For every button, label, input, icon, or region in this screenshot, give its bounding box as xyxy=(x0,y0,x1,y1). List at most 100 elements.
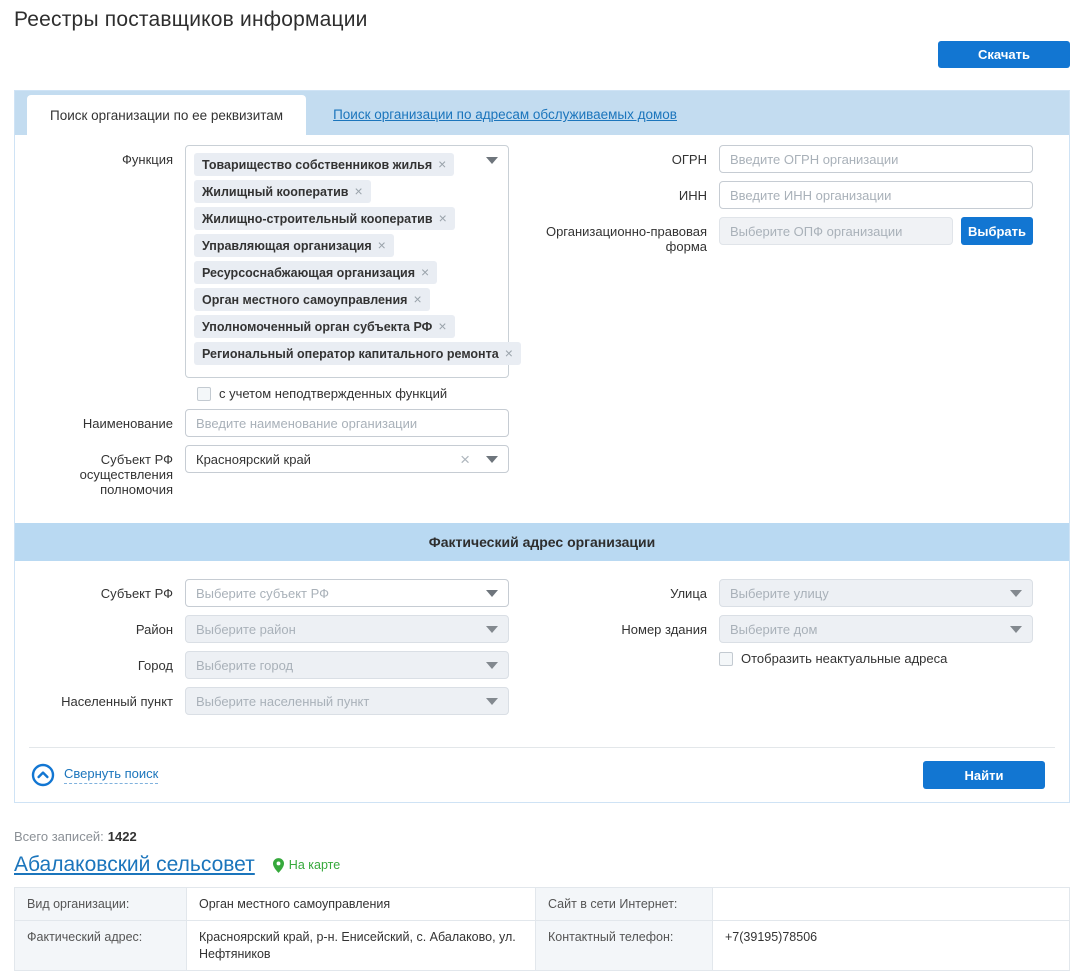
name-input[interactable] xyxy=(185,409,509,437)
field-value: Орган местного самоуправления xyxy=(186,887,536,921)
results-total: Всего записей: 1422 xyxy=(14,829,1070,844)
tab-search-by-requisites[interactable]: Поиск организации по ее реквизитам xyxy=(27,95,307,135)
ogrn-input[interactable] xyxy=(719,145,1033,173)
table-row: Вид организации: Орган местного самоупра… xyxy=(14,887,1070,921)
inn-input[interactable] xyxy=(719,181,1033,209)
opf-label: Организационно-правовая форма xyxy=(545,224,707,254)
city-label: Город xyxy=(137,658,173,673)
function-chip: Уполномоченный орган субъекта РФ × xyxy=(194,315,455,338)
on-map-link[interactable]: На карте xyxy=(272,857,340,873)
street-select: Выберите улицу xyxy=(719,579,1033,607)
search-panel: Поиск организации по ее реквизитам Поиск… xyxy=(14,90,1070,803)
ogrn-row: ОГРН xyxy=(542,145,1069,173)
region-authority-value: Красноярский край xyxy=(196,451,311,467)
clear-icon[interactable]: × xyxy=(460,451,470,468)
download-button[interactable]: Скачать xyxy=(938,41,1070,68)
chevron-down-icon xyxy=(1010,589,1022,597)
unconfirmed-functions-checkbox[interactable] xyxy=(197,386,211,401)
collapse-icon[interactable] xyxy=(31,763,55,787)
tab-bar: Поиск организации по ее реквизитам Поиск… xyxy=(15,91,1069,135)
collapse-search[interactable]: Свернуть поиск xyxy=(31,763,159,787)
toolbar: Скачать xyxy=(14,41,1070,68)
field-label: Вид организации: xyxy=(14,887,187,921)
house-row: Номер здания Выберите дом xyxy=(542,615,1069,643)
chevron-down-icon[interactable] xyxy=(486,157,498,164)
tab-search-by-addresses[interactable]: Поиск организации по адресам обслуживаем… xyxy=(333,107,677,122)
name-label: Наименование xyxy=(82,416,173,431)
remove-icon[interactable]: × xyxy=(438,318,446,334)
field-label: Сайт в сети Интернет: xyxy=(535,887,713,921)
chevron-down-icon[interactable] xyxy=(486,455,498,463)
street-placeholder: Выберите улицу xyxy=(730,585,829,601)
function-row: Функция Товарищество собственников жилья… xyxy=(15,145,542,378)
house-label: Номер здания xyxy=(621,622,707,637)
results-total-label: Всего записей: xyxy=(14,829,104,844)
inn-row: ИНН xyxy=(542,181,1069,209)
settlement-label: Населенный пункт xyxy=(61,694,173,709)
city-row: Город Выберите город xyxy=(15,651,542,679)
remove-icon[interactable]: × xyxy=(413,291,421,307)
region-select[interactable]: Выберите субъект РФ xyxy=(185,579,509,607)
city-placeholder: Выберите город xyxy=(196,657,294,673)
function-chip: Жилищный кооператив × xyxy=(194,180,371,203)
region-authority-select[interactable]: Красноярский край × xyxy=(185,445,509,473)
opf-select-button[interactable]: Выбрать xyxy=(961,217,1033,245)
inactive-addresses-checkbox[interactable] xyxy=(719,651,733,666)
address-section-header: Фактический адрес организации xyxy=(15,523,1069,561)
chevron-down-icon[interactable] xyxy=(486,589,498,597)
opf-input xyxy=(719,217,953,245)
unconfirmed-functions-label: с учетом неподтвержденных функций xyxy=(219,386,448,401)
remove-icon[interactable]: × xyxy=(505,345,513,361)
field-value xyxy=(712,887,1070,921)
field-label: Фактический адрес: xyxy=(14,920,187,971)
chevron-down-icon xyxy=(486,697,498,705)
record-table: Вид организации: Орган местного самоупра… xyxy=(14,887,1070,971)
on-map-label[interactable]: На карте xyxy=(289,858,340,872)
street-row: Улица Выберите улицу xyxy=(542,579,1069,607)
remove-icon[interactable]: × xyxy=(439,210,447,226)
settlement-row: Населенный пункт Выберите населенный пун… xyxy=(15,687,542,715)
chip-label: Жилищный кооператив xyxy=(202,185,349,199)
form-right-column: ОГРН ИНН Организационно-правовая форма xyxy=(542,145,1069,497)
chip-label: Орган местного самоуправления xyxy=(202,293,408,307)
function-chip: Управляющая организация × xyxy=(194,234,394,257)
ogrn-label: ОГРН xyxy=(671,152,707,167)
remove-icon[interactable]: × xyxy=(421,264,429,280)
table-row: Фактический адрес: Красноярский край, р-… xyxy=(14,920,1070,971)
region-label: Субъект РФ xyxy=(100,586,173,601)
chip-label: Региональный оператор капитального ремон… xyxy=(202,347,499,361)
chip-label: Жилищно-строительный кооператив xyxy=(202,212,433,226)
remove-icon[interactable]: × xyxy=(438,156,446,172)
address-form: Субъект РФ Выберите субъект РФ Район Выб… xyxy=(15,561,1069,747)
inn-label: ИНН xyxy=(678,188,707,203)
district-row: Район Выберите район xyxy=(15,615,542,643)
search-panel-footer: Свернуть поиск Найти xyxy=(29,747,1055,802)
chip-label: Ресурсоснабжающая организация xyxy=(202,266,416,280)
inactive-addresses-row: Отобразить неактуальные адреса xyxy=(542,651,1069,666)
remove-icon[interactable]: × xyxy=(354,183,362,199)
district-placeholder: Выберите район xyxy=(196,621,296,637)
city-select: Выберите город xyxy=(185,651,509,679)
region-authority-row: Субъект РФ осуществления полномочия Крас… xyxy=(15,445,542,497)
settlement-select: Выберите населенный пункт xyxy=(185,687,509,715)
find-button[interactable]: Найти xyxy=(923,761,1045,789)
settlement-placeholder: Выберите населенный пункт xyxy=(196,693,370,709)
district-select: Выберите район xyxy=(185,615,509,643)
field-value: Красноярский край, р-н. Енисейский, с. А… xyxy=(186,920,536,971)
chevron-down-icon xyxy=(1010,625,1022,633)
chip-label: Уполномоченный орган субъекта РФ xyxy=(202,320,433,334)
opf-row: Организационно-правовая форма Выбрать xyxy=(542,217,1069,254)
function-label: Функция xyxy=(122,152,173,167)
remove-icon[interactable]: × xyxy=(378,237,386,253)
unconfirmed-functions-row: с учетом неподтвержденных функций xyxy=(197,386,542,401)
collapse-search-label[interactable]: Свернуть поиск xyxy=(64,766,159,784)
region-row: Субъект РФ Выберите субъект РФ xyxy=(15,579,542,607)
function-chip: Товарищество собственников жилья × xyxy=(194,153,455,176)
form-left-column: Функция Товарищество собственников жилья… xyxy=(15,145,542,497)
function-chip: Региональный оператор капитального ремон… xyxy=(194,342,521,365)
inactive-addresses-label: Отобразить неактуальные адреса xyxy=(741,651,948,666)
chevron-down-icon xyxy=(486,661,498,669)
organization-link[interactable]: Абалаковский сельсовет xyxy=(14,853,255,877)
address-right-column: Улица Выберите улицу Номер здания Выбери… xyxy=(542,579,1069,715)
function-multiselect[interactable]: Товарищество собственников жилья × Жилищн… xyxy=(185,145,521,378)
